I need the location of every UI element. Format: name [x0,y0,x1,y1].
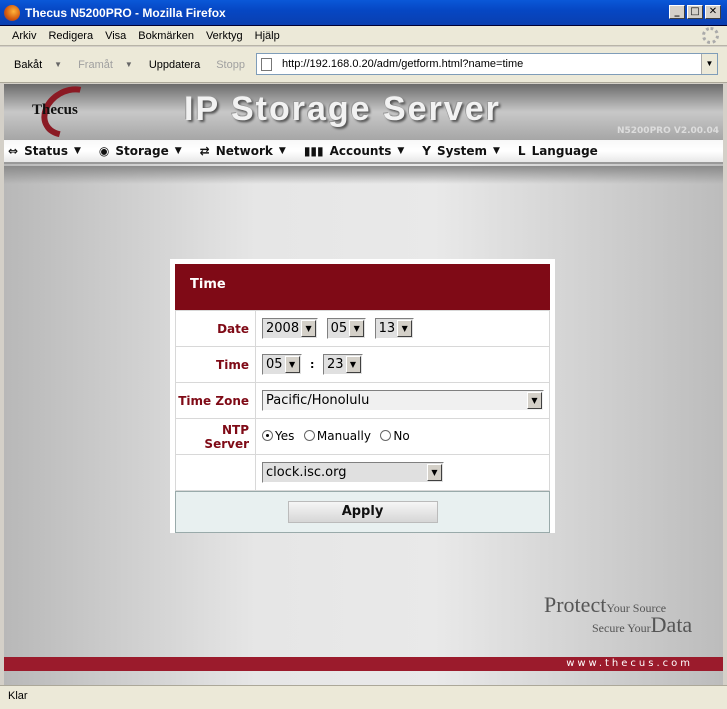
timezone-select[interactable]: Pacific/Honolulu ▼ [262,390,544,411]
time-form: Date 2008 ▼ 05 ▼ 13 ▼ Time 05 ▼ : 23 ▼ Time Z… [175,310,550,491]
reload-button[interactable]: Uppdatera [141,59,208,71]
nav-network[interactable]: ⇄ Network ▼ [200,144,286,158]
network-icon: ⇄ [199,144,210,158]
system-icon: Y [422,144,431,158]
panel-title: Time [175,264,550,310]
time-row: Time 05 ▼ : 23 ▼ [175,346,550,383]
nav-system[interactable]: Y System ▼ [422,144,500,158]
chevron-down-icon[interactable]: ▼ [284,356,300,373]
forward-dropdown-icon[interactable]: ▼ [125,60,133,69]
window-controls: _ □ ✕ [669,5,721,19]
nav-storage-label: Storage [115,144,169,158]
ntp-label: NTP Server [175,418,256,455]
maximize-button[interactable]: □ [687,5,703,19]
day-select[interactable]: 13 ▼ [374,318,415,339]
status-icon: ⇔ [8,144,19,158]
address-bar[interactable]: http://192.168.0.20/adm/getform.html?nam… [256,53,718,75]
time-panel: Time Date 2008 ▼ 05 ▼ 13 ▼ Time 05 ▼ : 23 ▼ T [170,259,555,533]
nav-system-label: System [436,144,487,158]
address-dropdown-icon[interactable]: ▼ [701,54,717,74]
date-label: Date [175,310,256,347]
page-viewport: Thecus IP Storage Server N5200PRO V2.00.… [4,84,723,685]
nav-shadow [4,166,723,184]
window-title-bar: Thecus N5200PRO - Mozilla Firefox _ □ ✕ [0,0,727,26]
back-button[interactable]: Bakåt ▼ [6,59,70,71]
status-bar: Klar [0,685,727,709]
time-separator: : [310,357,315,371]
nav-storage[interactable]: ◉ Storage ▼ [99,144,182,158]
ntp-server-select[interactable]: clock.isc.org ▼ [262,462,444,483]
ntp-manually-radio[interactable]: Manually [303,429,371,443]
chevron-down-icon: ▼ [397,146,405,156]
timezone-label: Time Zone [175,382,256,419]
navigation-toolbar: Bakåt ▼ Framåt ▼ Uppdatera Stopp http://… [0,47,727,83]
site-header: Thecus IP Storage Server N5200PRO V2.00.… [4,84,723,148]
minimize-button[interactable]: _ [669,5,685,19]
nav-status-label: Status [24,144,68,158]
nav-language[interactable]: Ⅼ Language [518,144,598,158]
menu-hjalp[interactable]: Hjälp [249,30,286,42]
throbber-icon [702,27,719,44]
apply-row: Apply [175,491,550,533]
ntp-row: NTP Server Yes Manually No [175,418,550,455]
close-button[interactable]: ✕ [705,5,721,19]
nav-network-label: Network [215,144,273,158]
nav-language-label: Language [531,144,598,158]
footer-site: www.thecus.com [566,658,693,669]
firmware-version: N5200PRO V2.00.04 [616,126,719,136]
main-nav: ⇔ Status ▼ ◉ Storage ▼ ⇄ Network ▼ ▮▮▮ A… [4,140,723,164]
nav-accounts-label: Accounts [329,144,392,158]
chevron-down-icon[interactable]: ▼ [345,356,361,373]
timezone-row: Time Zone Pacific/Honolulu ▼ [175,382,550,419]
nav-status[interactable]: ⇔ Status ▼ [8,144,81,158]
ntp-server-row: clock.isc.org ▼ [175,454,550,491]
minute-select[interactable]: 23 ▼ [322,354,363,375]
chevron-down-icon[interactable]: ▼ [349,320,365,337]
firefox-icon [4,4,20,21]
address-url[interactable]: http://192.168.0.20/adm/getform.html?nam… [282,58,523,70]
chevron-down-icon: ▼ [174,146,182,156]
menu-bokmarken[interactable]: Bokmärken [132,30,200,42]
year-select[interactable]: 2008 ▼ [262,318,319,339]
forward-label: Framåt [78,58,113,71]
storage-icon: ◉ [98,144,110,158]
header-title: IP Storage Server [184,90,501,128]
menu-redigera[interactable]: Redigera [42,30,99,42]
date-row: Date 2008 ▼ 05 ▼ 13 ▼ [175,310,550,347]
menu-verktyg[interactable]: Verktyg [200,30,249,42]
chevron-down-icon: ▼ [278,146,286,156]
window-title: Thecus N5200PRO - Mozilla Firefox [25,5,226,20]
page-icon [261,57,272,71]
logo: Thecus [32,102,78,118]
ntp-yes-radio[interactable]: Yes [262,429,294,443]
menu-arkiv[interactable]: Arkiv [6,30,42,42]
ntp-no-radio[interactable]: No [380,429,410,443]
chevron-down-icon[interactable]: ▼ [301,320,317,337]
chevron-down-icon: ▼ [492,146,500,156]
month-select[interactable]: 05 ▼ [326,318,367,339]
nav-accounts[interactable]: ▮▮▮ Accounts ▼ [304,144,404,158]
chevron-down-icon[interactable]: ▼ [397,320,413,337]
back-label: Bakåt [14,58,43,71]
menu-bar: Arkiv Redigera Visa Bokmärken Verktyg Hj… [0,26,727,46]
chevron-down-icon[interactable]: ▼ [427,464,442,481]
chevron-down-icon: ▼ [73,146,81,156]
hour-select[interactable]: 05 ▼ [262,354,302,375]
time-label: Time [175,346,256,383]
language-icon: Ⅼ [517,144,526,158]
accounts-icon: ▮▮▮ [303,144,324,158]
chevron-down-icon[interactable]: ▼ [527,392,542,409]
menu-visa[interactable]: Visa [99,30,132,42]
stop-button[interactable]: Stopp [208,59,253,71]
forward-button[interactable]: Framåt ▼ [70,59,141,71]
protect-slogan: ProtectYour Source Secure YourData [544,592,693,637]
apply-button[interactable]: Apply [287,501,438,523]
back-dropdown-icon[interactable]: ▼ [54,60,62,69]
